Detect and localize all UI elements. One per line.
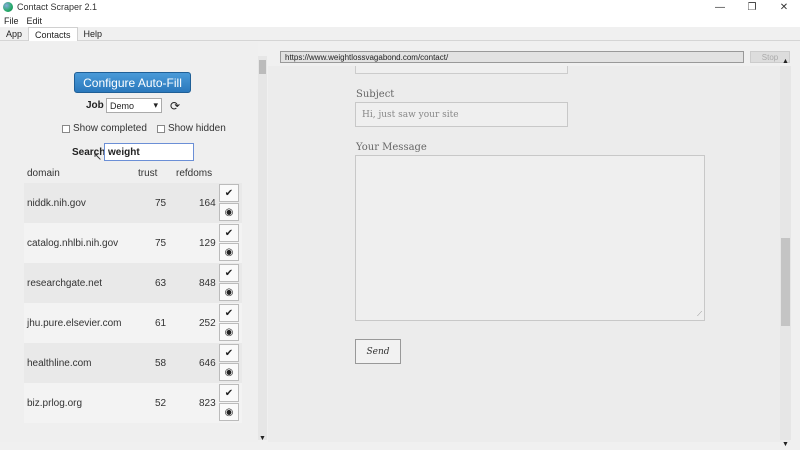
scroll-down-icon[interactable]: ▼ [258, 435, 267, 442]
scrollbar-thumb[interactable] [781, 238, 790, 326]
previous-field[interactable] [355, 66, 568, 74]
row-refdoms: 164 [199, 197, 216, 209]
close-icon[interactable]: ✕ [768, 0, 800, 14]
row-refdoms: 823 [199, 397, 216, 409]
tab-contacts[interactable]: Contacts [28, 27, 78, 41]
checkmark-icon[interactable]: ✔ [219, 224, 239, 242]
checkmark-icon[interactable]: ✔ [219, 264, 239, 282]
row-domain: niddk.nih.gov [27, 197, 86, 209]
window-controls: — ❐ ✕ [704, 0, 800, 14]
table-row[interactable]: researchgate.net 63 848 ✔ ◉ [24, 263, 242, 303]
window-title: Contact Scraper 2.1 [17, 2, 98, 12]
minimize-icon[interactable]: — [704, 0, 736, 14]
eye-slash-icon[interactable]: ◉ [219, 243, 239, 261]
job-row: Job Demo ▾ ⟳ [86, 98, 180, 113]
title-bar: Contact Scraper 2.1 — ❐ ✕ [0, 0, 800, 14]
domain-list: niddk.nih.gov 75 164 ✔ ◉ catalog.nhlbi.ni… [24, 183, 242, 423]
row-domain: catalog.nhlbi.nih.gov [27, 237, 119, 249]
menu-file[interactable]: File [4, 16, 19, 26]
table-row[interactable]: healthline.com 58 646 ✔ ◉ [24, 343, 242, 383]
eye-slash-icon[interactable]: ◉ [219, 203, 239, 221]
tab-bar: App Contacts Help [0, 27, 800, 41]
checkmark-icon[interactable]: ✔ [219, 304, 239, 322]
column-header-refdoms[interactable]: refdoms [176, 168, 212, 179]
column-header-trust[interactable]: trust [138, 168, 157, 179]
table-row[interactable]: niddk.nih.gov 75 164 ✔ ◉ [24, 183, 242, 223]
right-scrollbar[interactable]: ▲ ▼ [780, 58, 791, 448]
table-row[interactable]: biz.prlog.org 52 823 ✔ ◉ [24, 383, 242, 423]
row-trust: 75 [155, 237, 167, 249]
refresh-icon[interactable]: ⟳ [170, 99, 180, 113]
row-domain: biz.prlog.org [27, 397, 83, 409]
tab-help[interactable]: Help [78, 27, 109, 41]
menu-edit[interactable]: Edit [27, 16, 43, 26]
message-label: Your Message [356, 142, 427, 153]
checkmark-icon[interactable]: ✔ [219, 344, 239, 362]
eye-slash-icon[interactable]: ◉ [219, 403, 239, 421]
subject-input[interactable]: Hi, just saw your site [355, 102, 568, 127]
job-label: Job [86, 100, 104, 111]
row-refdoms: 646 [199, 357, 216, 369]
search-row: Search weight [72, 143, 194, 161]
menu-bar: File Edit [0, 14, 800, 27]
scroll-down-icon[interactable]: ▼ [780, 441, 791, 448]
browser-panel: https://www.weightlossvagabond.com/conta… [268, 42, 800, 442]
checkmark-icon[interactable]: ✔ [219, 184, 239, 202]
show-completed-label: Show completed [73, 123, 147, 134]
eye-slash-icon[interactable]: ◉ [219, 283, 239, 301]
checkmark-icon[interactable]: ✔ [219, 384, 239, 402]
row-domain: jhu.pure.elsevier.com [27, 317, 122, 329]
job-select[interactable]: Demo ▾ [106, 98, 162, 113]
table-row[interactable]: catalog.nhlbi.nih.gov 75 129 ✔ ◉ [24, 223, 242, 263]
search-input[interactable]: weight [104, 143, 194, 161]
scrollbar-thumb[interactable] [259, 60, 266, 74]
url-bar[interactable]: https://www.weightlossvagabond.com/conta… [280, 51, 744, 63]
eye-slash-icon[interactable]: ◉ [219, 363, 239, 381]
row-refdoms: 129 [199, 237, 216, 249]
row-refdoms: 252 [199, 317, 216, 329]
mouse-cursor-icon: ↖ [93, 151, 103, 163]
row-trust: 75 [155, 197, 167, 209]
show-completed-checkbox[interactable]: Show completed [62, 123, 147, 134]
maximize-icon[interactable]: ❐ [736, 0, 768, 14]
left-scrollbar[interactable]: ▼ [258, 56, 267, 442]
job-value: Demo [110, 100, 135, 111]
row-trust: 52 [155, 397, 167, 409]
scroll-up-icon[interactable]: ▲ [780, 58, 791, 65]
column-header-domain[interactable]: domain [27, 168, 60, 179]
tab-app[interactable]: App [0, 27, 28, 41]
table-row[interactable]: jhu.pure.elsevier.com 61 252 ✔ ◉ [24, 303, 242, 343]
left-panel: Configure Auto-Fill Job Demo ▾ ⟳ Show co… [0, 42, 267, 442]
show-hidden-label: Show hidden [167, 123, 226, 134]
subject-label: Subject [356, 89, 395, 100]
row-trust: 61 [155, 317, 167, 329]
app-icon [3, 2, 13, 12]
resize-handle-icon[interactable]: ⟋ [697, 311, 702, 319]
row-domain: healthline.com [27, 357, 92, 369]
web-view: Subject Hi, just saw your site Your Mess… [268, 66, 790, 442]
checkbox-box[interactable] [62, 124, 70, 133]
chevron-down-icon: ▾ [153, 100, 158, 110]
send-button[interactable]: Send [355, 339, 401, 364]
configure-auto-fill-button[interactable]: Configure Auto-Fill [74, 72, 191, 93]
row-refdoms: 848 [199, 277, 216, 289]
message-textarea[interactable]: ⟋ [355, 155, 705, 321]
checkbox-box[interactable] [156, 124, 165, 133]
row-trust: 58 [155, 357, 167, 369]
row-trust: 63 [155, 277, 167, 289]
filter-checkboxes: Show completed Show hidden [62, 123, 236, 134]
eye-slash-icon[interactable]: ◉ [219, 323, 239, 341]
show-hidden-checkbox[interactable]: Show hidden [156, 123, 226, 134]
row-domain: researchgate.net [27, 277, 103, 289]
